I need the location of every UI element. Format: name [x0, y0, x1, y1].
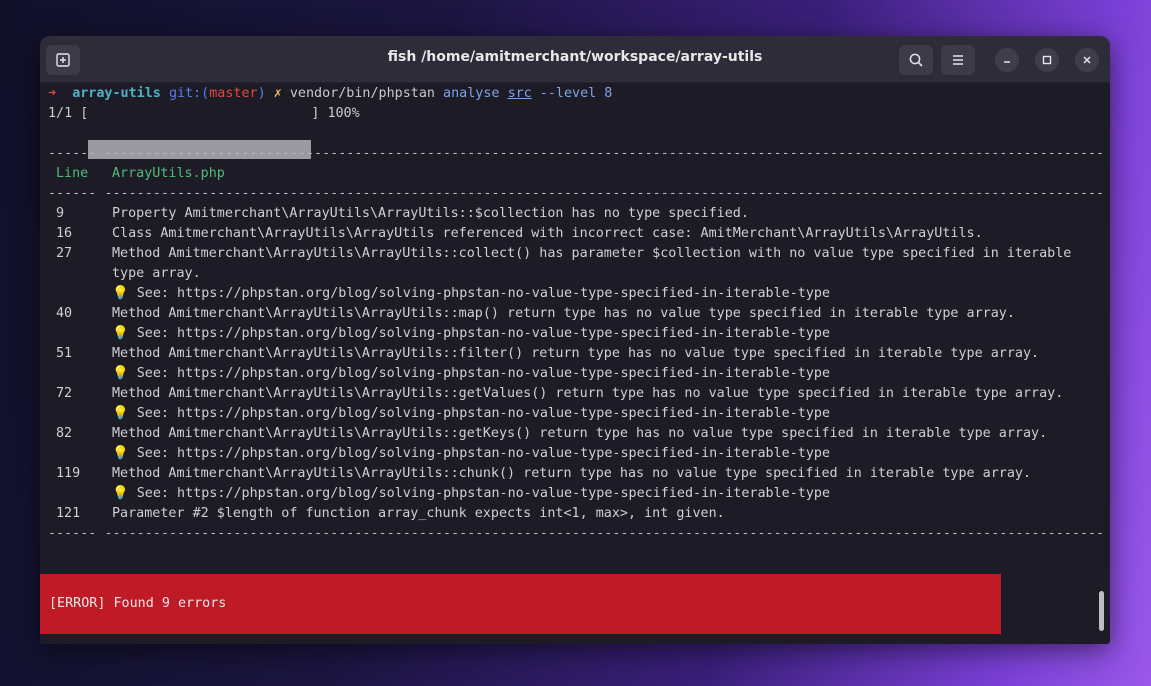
error-message: 💡 See: https://phpstan.org/blog/solving-… [112, 406, 831, 421]
error-message: type array. [112, 266, 201, 281]
close-icon [1083, 56, 1091, 64]
progress-line: 1/1 [] 100% [48, 104, 360, 124]
prompt-dirty-mark: ✗ [273, 86, 282, 101]
column-header-line: Line [56, 166, 89, 181]
prompt-git-label: git:( [168, 86, 210, 101]
prompt-arrow: ➜ [48, 86, 57, 101]
error-message: Method Amitmerchant\ArrayUtils\ArrayUtil… [112, 306, 1015, 321]
separator-segment: ------ [48, 186, 97, 201]
error-line-number: 51 [56, 346, 73, 361]
maximize-button[interactable] [1035, 48, 1059, 72]
prompt-git-close: ) [257, 86, 266, 101]
separator-top: ------ ---------------------------------… [48, 144, 1104, 164]
error-message: 💡 See: https://phpstan.org/blog/solving-… [112, 366, 831, 381]
command-prompt-line: ➜ array-utils git:(master) ✗ vendor/bin/… [48, 84, 612, 104]
maximize-icon [1042, 55, 1052, 65]
progress-count: 1/1 [ [48, 106, 89, 121]
titlebar: fish /home/amitmerchant/workspace/array-… [40, 36, 1110, 83]
error-line-number: 27 [56, 246, 73, 261]
error-message: 💡 See: https://phpstan.org/blog/solving-… [112, 326, 831, 341]
prompt-branch: master [209, 86, 258, 101]
error-message: 💡 See: https://phpstan.org/blog/solving-… [112, 446, 831, 461]
command-arg-src: src [507, 86, 532, 101]
error-message: 💡 See: https://phpstan.org/blog/solving-… [112, 286, 831, 301]
separator-segment: ----------------------------------------… [104, 526, 1105, 541]
error-message: Class Amitmerchant\ArrayUtils\ArrayUtils… [112, 226, 983, 241]
command-arg-level: --level 8 [531, 86, 613, 101]
prompt-directory: array-utils [72, 86, 161, 101]
error-line-number: 16 [56, 226, 73, 241]
error-line-number: 121 [56, 506, 81, 521]
error-message: 💡 See: https://phpstan.org/blog/solving-… [112, 486, 831, 501]
separator-segment: ----------------------------------------… [104, 146, 1105, 161]
command-name: vendor/bin/phpstan [289, 86, 435, 101]
error-line-number: 72 [56, 386, 73, 401]
terminal-window: fish /home/amitmerchant/workspace/array-… [40, 36, 1110, 644]
separator-segment: ----------------------------------------… [104, 186, 1105, 201]
error-message: Method Amitmerchant\ArrayUtils\ArrayUtil… [112, 346, 1040, 361]
separator-header: ------ ---------------------------------… [48, 184, 1104, 204]
minimize-icon [1004, 61, 1010, 63]
search-button[interactable] [899, 45, 933, 75]
separator-segment: ------ [48, 146, 97, 161]
progress-close: ] [311, 106, 320, 121]
error-line-number: 9 [56, 206, 65, 221]
terminal-output[interactable]: ➜ array-utils git:(master) ✗ vendor/bin/… [40, 82, 1110, 644]
error-message: Property Amitmerchant\ArrayUtils\ArrayUt… [112, 206, 749, 221]
error-message: Method Amitmerchant\ArrayUtils\ArrayUtil… [112, 246, 1072, 261]
error-line-number: 119 [56, 466, 81, 481]
error-message: Method Amitmerchant\ArrayUtils\ArrayUtil… [112, 386, 1064, 401]
error-line-number: 40 [56, 306, 73, 321]
error-message: Method Amitmerchant\ArrayUtils\ArrayUtil… [112, 426, 1048, 441]
minimize-button[interactable] [995, 48, 1019, 72]
error-banner: [ERROR] Found 9 errors [40, 574, 1001, 634]
error-message: Parameter #2 $length of function array_c… [112, 506, 725, 521]
error-summary: [ERROR] Found 9 errors [49, 596, 227, 611]
progress-percent: 100% [327, 106, 360, 121]
menu-button[interactable] [941, 45, 975, 75]
column-header-file: ArrayUtils.php [112, 166, 225, 181]
error-line-number: 82 [56, 426, 73, 441]
close-button[interactable] [1075, 48, 1099, 72]
command-arg-analyse: analyse [435, 86, 508, 101]
error-message: Method Amitmerchant\ArrayUtils\ArrayUtil… [112, 466, 1032, 481]
scrollbar-thumb[interactable] [1099, 591, 1104, 631]
separator-segment: ------ [48, 526, 97, 541]
hamburger-menu-icon [953, 55, 963, 65]
search-icon [909, 53, 923, 67]
separator-bottom: ------ ---------------------------------… [48, 524, 1104, 544]
